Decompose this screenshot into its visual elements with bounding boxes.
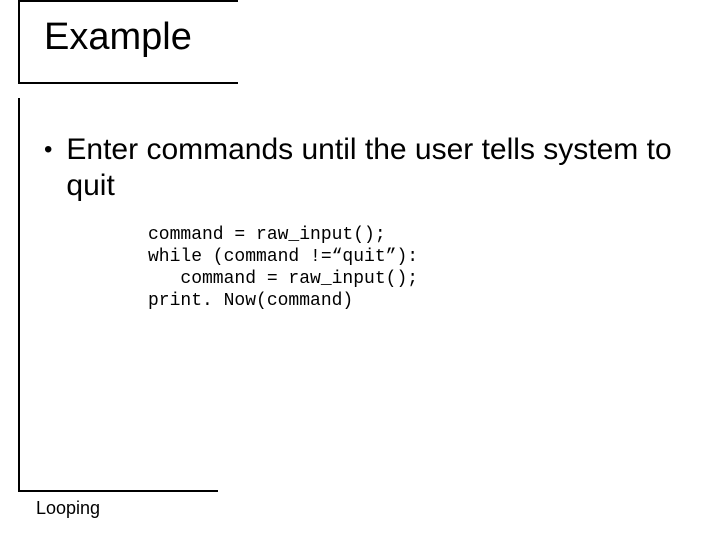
slide-title: Example	[44, 16, 192, 59]
slide: Example • Enter commands until the user …	[0, 0, 720, 540]
bullet-item: • Enter commands until the user tells sy…	[44, 132, 684, 204]
footer-rule	[18, 490, 218, 492]
title-bottom-rule	[18, 82, 238, 84]
bullet-text: Enter commands until the user tells syst…	[66, 132, 684, 204]
code-block: command = raw_input(); while (command !=…	[148, 224, 418, 312]
footer-label: Looping	[36, 498, 100, 519]
body-left-rule	[18, 98, 20, 490]
bullet-dot-icon: •	[44, 132, 52, 168]
title-top-rule	[18, 0, 238, 2]
title-left-rule	[18, 0, 20, 82]
